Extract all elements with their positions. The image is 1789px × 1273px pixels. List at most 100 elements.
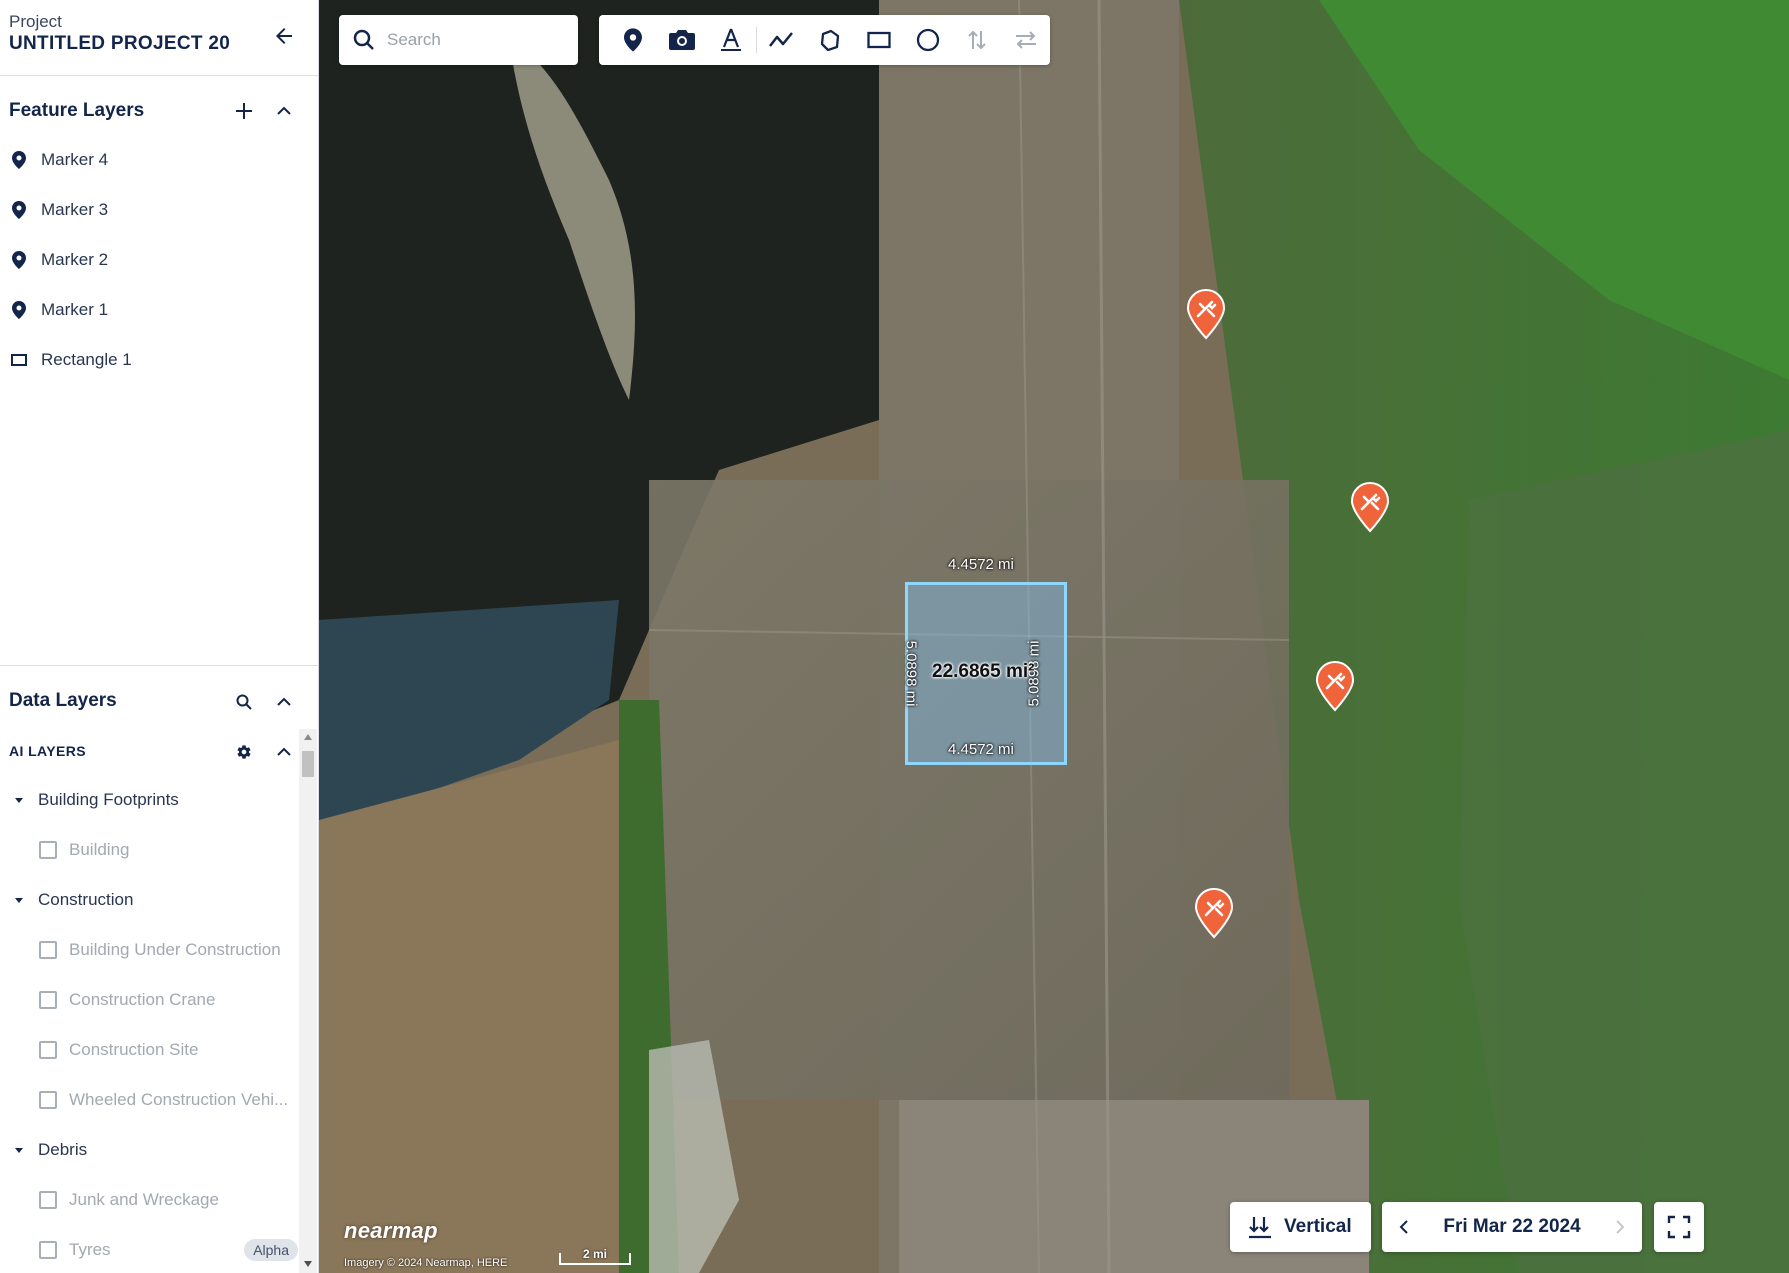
feature-item-marker-4[interactable]: Marker 4 (0, 135, 318, 185)
construction-pin-icon[interactable] (1194, 887, 1234, 939)
construction-pin-icon[interactable] (1350, 481, 1390, 533)
layer-checkbox[interactable] (39, 1241, 57, 1259)
feature-item-marker-2[interactable]: Marker 2 (0, 235, 318, 285)
feature-item-marker-1[interactable]: Marker 1 (0, 285, 318, 335)
scroll-down-icon[interactable] (304, 1261, 312, 1267)
vertical-view-icon (1249, 1217, 1271, 1239)
add-feature-layer-button[interactable] (232, 99, 256, 123)
ai-layers-settings-button[interactable] (232, 740, 256, 764)
layer-checkbox[interactable] (39, 941, 57, 959)
project-label: Project (9, 12, 62, 31)
previous-date-button[interactable] (1382, 1202, 1426, 1252)
group-debris[interactable]: Debris (0, 1125, 298, 1175)
fullscreen-button[interactable] (1654, 1202, 1704, 1252)
layer-checkbox[interactable] (39, 841, 57, 859)
measure-left-label: 5.0898 mi (902, 640, 920, 707)
next-date-button[interactable] (1598, 1202, 1642, 1252)
swap-vertical-tool-button[interactable] (952, 15, 1001, 65)
divider (0, 75, 318, 76)
chevron-up-icon (277, 747, 291, 756)
layer-item-tyres[interactable]: Tyres Alpha (0, 1225, 298, 1273)
group-label: Building Footprints (38, 790, 179, 809)
chevron-up-icon (277, 697, 291, 706)
layer-checkbox[interactable] (39, 1041, 57, 1059)
collapse-ai-layers-button[interactable] (272, 740, 296, 764)
layer-item-wheeled-construction-vehicle[interactable]: Wheeled Construction Vehi... (0, 1075, 298, 1125)
group-construction[interactable]: Construction (0, 875, 298, 925)
layer-label: Wheeled Construction Vehi... (69, 1090, 289, 1109)
polygon-tool-button[interactable] (806, 15, 855, 65)
scrollbar[interactable] (299, 729, 317, 1273)
text-tool-button[interactable] (707, 15, 756, 65)
search-data-layers-button[interactable] (232, 690, 256, 714)
swap-horizontal-tool-button[interactable] (1001, 15, 1050, 65)
nearmap-logo: nearmap (344, 1218, 438, 1243)
layer-checkbox[interactable] (39, 991, 57, 1009)
feature-item-rectangle-1[interactable]: Rectangle 1 (0, 335, 318, 385)
construction-pin-icon[interactable] (1186, 288, 1226, 340)
caret-down-icon (15, 798, 23, 803)
group-label: Debris (38, 1140, 88, 1159)
scroll-up-icon[interactable] (304, 734, 312, 740)
group-label: Construction (38, 890, 134, 909)
alpha-badge: Alpha (244, 1239, 298, 1261)
rectangle-icon (867, 31, 891, 49)
map-canvas[interactable]: 4.4572 mi 4.4572 mi 5.0898 mi 5.0898 mi … (319, 0, 1789, 1273)
layer-label: Junk and Wreckage (69, 1190, 219, 1209)
current-date-label[interactable]: Fri Mar 22 2024 (1426, 1216, 1598, 1238)
scale-bar: 2 mi (559, 1247, 631, 1265)
divider (0, 665, 318, 666)
measure-top-label: 4.4572 mi (948, 556, 1014, 573)
layer-label: Building Under Construction (69, 940, 281, 959)
project-name[interactable]: UNTITLED PROJECT 20 (9, 33, 230, 55)
swap-vertical-icon (967, 30, 986, 50)
scrollbar-thumb[interactable] (302, 751, 314, 777)
chevron-up-icon (277, 106, 291, 115)
search-input[interactable] (385, 29, 569, 51)
feature-item-label: Marker 2 (41, 250, 109, 269)
layer-checkbox[interactable] (39, 1191, 57, 1209)
camera-tool-button[interactable] (658, 15, 707, 65)
circle-tool-button[interactable] (903, 15, 952, 65)
area-label: 22.6865 mi² (932, 661, 1035, 682)
marker-icon (10, 151, 28, 169)
collapse-data-layers-button[interactable] (272, 690, 296, 714)
view-mode-label: Vertical (1284, 1216, 1352, 1237)
construction-pin-icon[interactable] (1315, 660, 1355, 712)
layer-item-building-under-construction[interactable]: Building Under Construction (0, 925, 298, 975)
arrow-left-icon (276, 28, 292, 44)
line-tool-button[interactable] (757, 15, 806, 65)
search-box[interactable] (339, 15, 578, 65)
drawing-toolbar (599, 15, 1050, 65)
measure-bottom-label: 4.4572 mi (948, 741, 1014, 758)
feature-item-label: Marker 3 (41, 200, 109, 219)
marker-icon (10, 251, 28, 269)
ai-layers-title: AI LAYERS (9, 743, 86, 759)
data-layers-title: Data Layers (9, 690, 117, 711)
layer-label: Construction Site (69, 1040, 199, 1059)
collapse-feature-layers-button[interactable] (272, 99, 296, 123)
search-icon (353, 29, 374, 50)
layer-item-construction-site[interactable]: Construction Site (0, 1025, 298, 1075)
marker-icon (624, 28, 643, 52)
layer-label: Building (69, 840, 130, 859)
layer-item-junk-and-wreckage[interactable]: Junk and Wreckage (0, 1175, 298, 1225)
swap-horizontal-icon (1015, 31, 1036, 49)
feature-item-label: Marker 4 (41, 150, 109, 169)
date-selector: Fri Mar 22 2024 (1382, 1202, 1642, 1252)
gear-icon (237, 745, 251, 759)
group-building-footprints[interactable]: Building Footprints (0, 775, 298, 825)
fullscreen-icon (1667, 1215, 1691, 1239)
feature-item-label: Marker 1 (41, 300, 109, 319)
collapse-sidebar-button[interactable] (272, 24, 296, 48)
feature-item-marker-3[interactable]: Marker 3 (0, 185, 318, 235)
sidebar: Project UNTITLED PROJECT 20 Feature Laye… (0, 0, 319, 1273)
layer-item-construction-crane[interactable]: Construction Crane (0, 975, 298, 1025)
layer-checkbox[interactable] (39, 1091, 57, 1109)
caret-down-icon (15, 1148, 23, 1153)
chevron-right-icon (1616, 1220, 1625, 1234)
view-mode-button[interactable]: Vertical (1230, 1202, 1371, 1252)
rectangle-tool-button[interactable] (854, 15, 903, 65)
marker-tool-button[interactable] (609, 15, 658, 65)
layer-item-building[interactable]: Building (0, 825, 298, 875)
